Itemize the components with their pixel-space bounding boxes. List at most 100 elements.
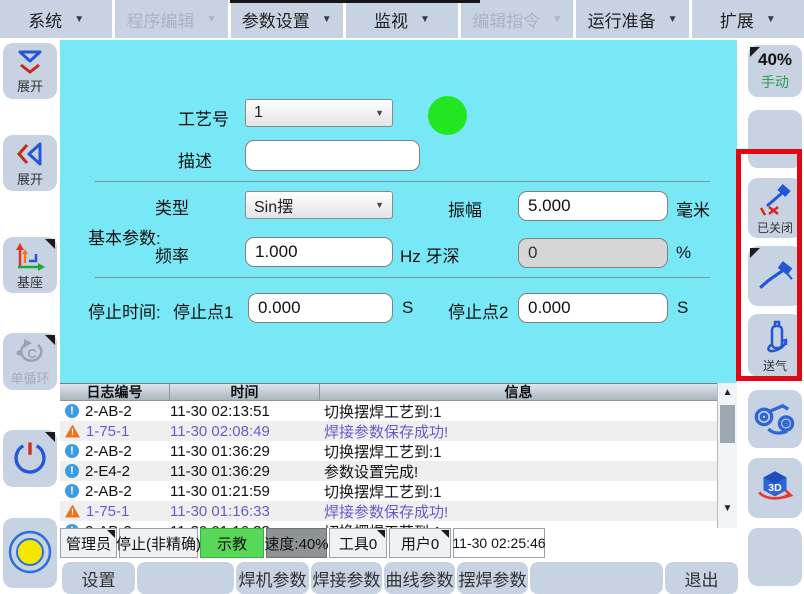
user-frame-badge[interactable]: 用户0 xyxy=(389,528,451,558)
log-row[interactable]: 2-AB-2 11-30 02:13:51切换摆焊工艺到:1 xyxy=(60,401,717,421)
info-icon xyxy=(65,444,79,458)
tool-badge[interactable]: 工具0 xyxy=(329,528,387,558)
servo-state-button[interactable] xyxy=(3,518,57,588)
single-cycle-label: 单循环 xyxy=(10,372,49,386)
mode-label: 手动 xyxy=(761,72,789,92)
torch-button[interactable] xyxy=(748,246,802,306)
gas-feed-label: 送气 xyxy=(763,360,787,373)
welding-torch-off-icon xyxy=(757,181,793,220)
welder-params-button[interactable]: 焊机参数 xyxy=(236,562,309,594)
frequency-input[interactable] xyxy=(245,237,393,267)
log-header-id: 日志编号 xyxy=(60,384,170,400)
stop-point1-input[interactable] xyxy=(248,293,393,323)
amplitude-unit: 毫米 xyxy=(676,196,710,221)
view-3d-button[interactable]: 3D xyxy=(748,458,802,518)
torch-closed-button[interactable]: 已关闭 xyxy=(748,178,802,238)
double-chevron-left-icon xyxy=(15,140,45,171)
stop-point2-input[interactable] xyxy=(518,293,668,323)
gas-feed-button[interactable]: 送气 xyxy=(748,314,802,377)
power-icon xyxy=(11,438,49,479)
gas-cylinder-icon xyxy=(759,319,791,358)
amplitude-label: 振幅 xyxy=(448,196,482,221)
menu-system[interactable]: 系统 ▼ xyxy=(0,0,112,38)
settings-button[interactable]: 设置 xyxy=(62,562,135,594)
bottom-button-empty xyxy=(530,562,663,594)
scroll-down-icon[interactable]: ▼ xyxy=(718,502,737,516)
chevron-down-icon: ▼ xyxy=(552,14,562,25)
weave-params-button[interactable]: 摆焊参数 xyxy=(457,562,528,594)
menu-label: 参数设置 xyxy=(242,7,310,32)
log-row-partial[interactable]: 2-AB-2 11-30 01:16:33切换摆焊工艺到:1 xyxy=(60,521,717,528)
welding-params-button[interactable]: 焊接参数 xyxy=(311,562,382,594)
stop-point1-unit: S xyxy=(402,298,413,318)
warning-icon xyxy=(65,425,80,438)
divider xyxy=(95,277,710,278)
depth-input xyxy=(518,238,668,268)
chevron-down-icon: ▼ xyxy=(322,14,332,25)
speed-mode-button[interactable]: 40% 手动 xyxy=(748,45,802,97)
base-frame-button[interactable]: 基座 xyxy=(3,237,57,293)
log-row[interactable]: 2-AB-2 11-30 01:36:29切换摆焊工艺到:1 xyxy=(60,441,717,461)
menu-label: 监视 xyxy=(374,7,408,32)
speed-badge: 速度:40% xyxy=(266,528,327,558)
description-input[interactable] xyxy=(245,140,420,171)
scrollbar-thumb[interactable] xyxy=(720,405,735,443)
info-icon xyxy=(65,464,79,478)
curve-params-button[interactable]: 曲线参数 xyxy=(384,562,455,594)
menu-label: 系统 xyxy=(28,7,62,32)
svg-text:C: C xyxy=(27,346,37,361)
scroll-up-icon[interactable]: ▲ xyxy=(718,386,737,400)
log-row[interactable]: 2-AB-2 11-30 01:21:59切换摆焊工艺到:1 xyxy=(60,481,717,501)
expand-down-button[interactable]: 展开 xyxy=(3,43,57,99)
left-toolbar: 展开 展开 基座 C 单循环 xyxy=(3,38,57,594)
3d-cube-icon: 3D xyxy=(754,468,796,509)
chevron-down-icon: ▼ xyxy=(206,14,216,25)
log-header-time: 时间 xyxy=(170,384,320,400)
user-role-badge[interactable]: 管理员 xyxy=(60,528,117,558)
menu-label: 程序编辑 xyxy=(126,7,194,32)
info-icon xyxy=(65,404,79,418)
log-row[interactable]: 2-E4-2 11-30 01:36:29参数设置完成! xyxy=(60,461,717,481)
torch-state-label: 已关闭 xyxy=(757,222,793,235)
speed-value: 40% xyxy=(758,50,792,70)
process-no-dropdown[interactable]: 1 ▼ xyxy=(245,99,393,127)
log-panel: 日志编号 时间 信息 2-AB-2 11-30 02:13:51切换摆焊工艺到:… xyxy=(60,383,737,528)
log-row[interactable]: 1-75-1 11-30 01:16:33焊接参数保存成功! xyxy=(60,501,717,521)
cycle-loop-icon: C xyxy=(13,337,47,370)
double-chevron-down-icon xyxy=(13,49,47,78)
amplitude-input[interactable] xyxy=(518,191,668,221)
menu-label: 扩展 xyxy=(720,7,754,32)
depth-label: 牙深 xyxy=(426,247,460,266)
window-top-edge xyxy=(230,0,480,3)
menu-extension[interactable]: 扩展 ▼ xyxy=(692,0,804,38)
log-scrollbar[interactable]: ▲ ▼ xyxy=(717,383,737,528)
frequency-unit: Hz 牙深 xyxy=(400,242,460,267)
warning-icon xyxy=(65,505,80,518)
teach-mode-badge: 示教 xyxy=(200,528,264,558)
base-frame-label: 基座 xyxy=(17,276,43,290)
menu-program-edit: 程序编辑 ▼ xyxy=(115,0,227,38)
menu-monitor[interactable]: 监视 ▼ xyxy=(346,0,458,38)
expand-left-button[interactable]: 展开 xyxy=(3,135,57,191)
divider xyxy=(95,181,710,182)
type-dropdown[interactable]: Sin摆 ▼ xyxy=(245,191,393,219)
menubar: 系统 ▼ 程序编辑 ▼ 参数设置 ▼ 监视 ▼ 编辑指令 ▼ 运行准备 ▼ 扩展… xyxy=(0,0,804,38)
log-table: 日志编号 时间 信息 2-AB-2 11-30 02:13:51切换摆焊工艺到:… xyxy=(60,383,717,528)
power-button[interactable] xyxy=(3,430,57,487)
robot-jog-button[interactable] xyxy=(748,390,802,448)
frequency-label: 频率 xyxy=(155,242,189,267)
right-rail-empty-button xyxy=(748,110,802,168)
chevron-down-icon: ▼ xyxy=(375,200,384,210)
right-toolbar: 40% 手动 已关闭 送气 3D xyxy=(748,38,802,594)
process-no-label: 工艺号 xyxy=(178,105,229,130)
menu-parameter-settings[interactable]: 参数设置 ▼ xyxy=(231,0,343,38)
log-row[interactable]: 1-75-1 11-30 02:08:49焊接参数保存成功! xyxy=(60,421,717,441)
log-header-message: 信息 xyxy=(320,384,717,400)
expand-left-label: 展开 xyxy=(17,173,43,187)
menu-run-prepare[interactable]: 运行准备 ▼ xyxy=(576,0,688,38)
exit-button[interactable]: 退出 xyxy=(665,562,738,594)
chevron-down-icon: ▼ xyxy=(420,14,430,25)
type-label: 类型 xyxy=(155,194,189,219)
right-rail-empty-button xyxy=(748,528,802,586)
svg-text:3D: 3D xyxy=(768,482,782,494)
